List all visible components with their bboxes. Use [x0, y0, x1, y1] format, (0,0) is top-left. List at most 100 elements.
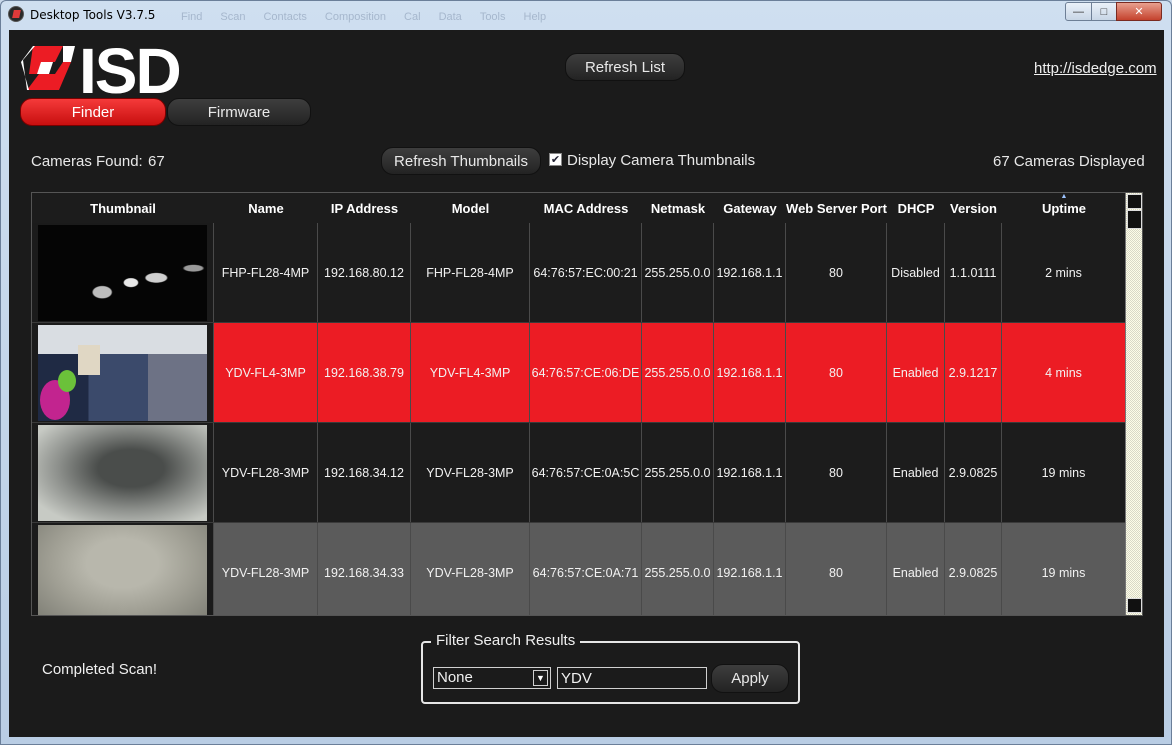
table-row[interactable]: YDV-FL4-3MP 192.168.38.79 YDV-FL4-3MP 64:76…	[32, 323, 1126, 423]
cell-ip: 192.168.34.12	[318, 423, 411, 522]
column-header[interactable]: Thumbnail	[32, 193, 214, 223]
ghost-menu: Find Scan Contacts Composition Cal Data Tools H…	[181, 11, 546, 23]
cell-port: 80	[786, 323, 887, 422]
ghost-menu-item: Help	[523, 11, 547, 23]
scroll-down-button[interactable]	[1127, 598, 1142, 613]
thumbnail-object	[58, 369, 76, 392]
app-window: Desktop Tools V3.7.5 Find Scan Contacts Com…	[0, 0, 1172, 745]
cell-netmask: 255.255.0.0	[642, 223, 714, 322]
cell-dhcp: Enabled	[887, 523, 945, 615]
title-bar[interactable]: Desktop Tools V3.7.5 Find Scan Contacts Com…	[1, 1, 1171, 29]
column-header[interactable]: Gateway	[714, 193, 786, 223]
cell-name: FHP-FL28-4MP	[214, 223, 318, 322]
column-header-label: Thumbnail	[90, 200, 156, 216]
cell-model: YDV-FL28-3MP	[411, 423, 530, 522]
vertical-scrollbar[interactable]	[1125, 193, 1142, 615]
display-thumbnails-checkbox[interactable]: ✔	[549, 153, 562, 166]
cell-uptime: 2 mins	[1002, 223, 1126, 322]
cell-model: YDV-FL28-3MP	[411, 523, 530, 615]
app-logo-icon	[8, 6, 24, 22]
cell-netmask: 255.255.0.0	[642, 423, 714, 522]
scroll-up-button[interactable]	[1127, 194, 1142, 209]
ghost-menu-item: Cal	[404, 11, 421, 23]
apply-button[interactable]: Apply	[711, 664, 789, 693]
cell-port: 80	[786, 423, 887, 522]
cell-name: YDV-FL4-3MP	[214, 323, 318, 422]
ghost-menu-item: Find	[181, 11, 203, 23]
cell-gateway: 192.168.1.1	[714, 323, 786, 422]
ghost-menu-item: Tools	[479, 11, 506, 23]
table-row[interactable]: YDV-FL28-3MP 192.168.34.33 YDV-FL28-3MP 64:…	[32, 523, 1126, 615]
filter-field-value: None	[437, 669, 473, 686]
thumbnail-object	[78, 344, 100, 375]
maximize-button[interactable]: □	[1091, 2, 1117, 21]
column-header-label: Netmask	[650, 200, 706, 216]
cell-netmask: 255.255.0.0	[642, 323, 714, 422]
tab-finder[interactable]: Finder	[20, 98, 166, 126]
close-button[interactable]: ✕	[1116, 2, 1162, 21]
client-area: ISD Finder Firmware Refresh List http://…	[9, 30, 1164, 737]
tab-firmware[interactable]: Firmware	[167, 98, 311, 126]
ghost-menu-item: Composition	[324, 11, 387, 23]
isd-logo-icon	[21, 46, 75, 90]
cell-gateway: 192.168.1.1	[714, 523, 786, 615]
ghost-menu-item: Data	[438, 11, 462, 23]
ghost-menu-item: Scan	[220, 11, 246, 23]
column-header-label: Version	[950, 200, 997, 216]
filter-field-select[interactable]: None ▼	[433, 667, 551, 689]
cell-uptime: 4 mins	[1002, 323, 1126, 422]
camera-table[interactable]: Thumbnail Name IP Address Model MAC Address N…	[31, 192, 1143, 616]
thumbnail-cell	[32, 523, 214, 615]
cell-port: 80	[786, 523, 887, 615]
cell-uptime: 19 mins	[1002, 423, 1126, 522]
cameras-displayed-label: 67 Cameras Displayed	[993, 153, 1145, 170]
cameras-found-count: 67	[148, 153, 165, 170]
cell-dhcp: Enabled	[887, 423, 945, 522]
column-header[interactable]: Web Server Port	[786, 193, 887, 223]
close-icon: ✕	[1134, 6, 1144, 18]
refresh-list-button[interactable]: Refresh List	[565, 53, 685, 81]
camera-thumbnail	[38, 224, 207, 321]
column-header[interactable]: Name	[214, 193, 318, 223]
cell-uptime: 19 mins	[1002, 523, 1126, 615]
table-row[interactable]: FHP-FL28-4MP 192.168.80.12 FHP-FL28-4MP 64:…	[32, 223, 1126, 323]
column-header[interactable]: Netmask	[642, 193, 714, 223]
camera-thumbnail	[38, 324, 207, 421]
window-title: Desktop Tools V3.7.5	[30, 8, 156, 22]
cell-model: FHP-FL28-4MP	[411, 223, 530, 322]
column-header[interactable]: MAC Address	[530, 193, 642, 223]
column-header-label: IP Address	[330, 200, 399, 216]
column-header-label: Gateway	[723, 200, 777, 216]
filter-legend: Filter Search Results	[431, 632, 581, 649]
thumbnail-cell	[32, 323, 214, 422]
cell-mac: 64:76:57:CE:0A:71	[530, 523, 642, 615]
table-row[interactable]: YDV-FL28-3MP 192.168.34.12 YDV-FL28-3MP 64:…	[32, 423, 1126, 523]
cell-version: 2.9.1217	[945, 323, 1002, 422]
filter-text-input[interactable]	[557, 667, 707, 689]
camera-thumbnail	[38, 524, 207, 615]
minimize-button[interactable]: —	[1065, 2, 1092, 21]
cell-name: YDV-FL28-3MP	[214, 423, 318, 522]
display-thumbnails-label: Display Camera Thumbnails	[567, 152, 756, 169]
isd-website-link[interactable]: http://isdedge.com	[1034, 60, 1157, 77]
cell-version: 2.9.0825	[945, 523, 1002, 615]
isd-logo: ISD	[19, 35, 219, 107]
column-header[interactable]: Uptime ▲	[1002, 193, 1126, 223]
column-header-label: DHCP	[897, 200, 935, 216]
cell-dhcp: Enabled	[887, 323, 945, 422]
column-header[interactable]: DHCP	[887, 193, 945, 223]
column-header-label: MAC Address	[543, 200, 629, 216]
table-header: Thumbnail Name IP Address Model MAC Address N…	[32, 193, 1126, 223]
cell-name: YDV-FL28-3MP	[214, 523, 318, 615]
scroll-thumb[interactable]	[1127, 210, 1142, 229]
logo-text: ISD	[79, 35, 182, 107]
refresh-thumbnails-button[interactable]: Refresh Thumbnails	[381, 147, 541, 175]
cameras-found-label: Cameras Found:	[31, 153, 143, 170]
cell-ip: 192.168.80.12	[318, 223, 411, 322]
column-header[interactable]: Version	[945, 193, 1002, 223]
column-header[interactable]: Model	[411, 193, 530, 223]
cell-gateway: 192.168.1.1	[714, 423, 786, 522]
status-text: Completed Scan!	[42, 661, 158, 678]
column-header[interactable]: IP Address	[318, 193, 411, 223]
chevron-down-icon[interactable]: ▼	[533, 670, 548, 686]
